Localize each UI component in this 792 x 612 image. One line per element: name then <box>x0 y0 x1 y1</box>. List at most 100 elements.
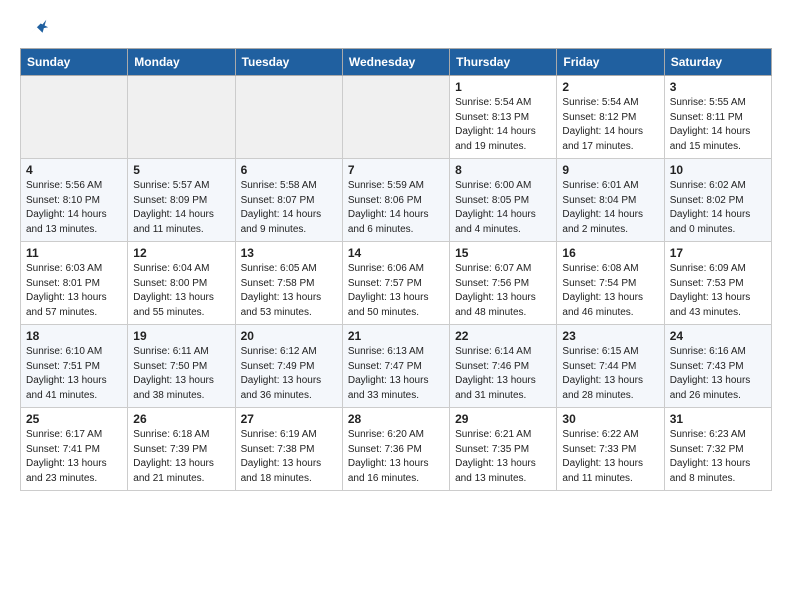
calendar-cell: 15 Sunrise: 6:07 AMSunset: 7:56 PMDayligh… <box>450 242 557 325</box>
day-number: 16 <box>562 246 658 260</box>
day-info: Sunrise: 5:55 AMSunset: 8:11 PMDaylight:… <box>670 96 766 154</box>
calendar-cell: 7Sunrise: 5:59 AMSunset: 8:06 PMDaylight… <box>342 159 449 242</box>
day-info: Sunrise: 6:10 AMSunset: 7:51 PMDaylight:… <box>26 345 122 403</box>
calendar-cell: 3 Sunrise: 5:55 AMSunset: 8:11 PMDaylight… <box>664 76 771 159</box>
day-info: Sunrise: 5:54 AMSunset: 8:12 PMDaylight:… <box>562 96 658 154</box>
calendar-cell: 12 Sunrise: 6:04 AMSunset: 8:00 PMDayligh… <box>128 242 235 325</box>
calendar-cell: 5 Sunrise: 5:57 AMSunset: 8:09 PMDaylight… <box>128 159 235 242</box>
day-number: 8 <box>455 163 551 177</box>
calendar-cell: 24 Sunrise: 6:16 AMSunset: 7:43 PMDayligh… <box>664 325 771 408</box>
calendar-cell: 23 Sunrise: 6:15 AMSunset: 7:44 PMDayligh… <box>557 325 664 408</box>
day-number: 19 <box>133 329 229 343</box>
day-number: 26 <box>133 412 229 426</box>
calendar-cell <box>342 76 449 159</box>
calendar-cell: 9 Sunrise: 6:01 AMSunset: 8:04 PMDaylight… <box>557 159 664 242</box>
day-number: 22 <box>455 329 551 343</box>
day-info: Sunrise: 6:18 AMSunset: 7:39 PMDaylight:… <box>133 428 229 486</box>
day-info: Sunrise: 6:22 AMSunset: 7:33 PMDaylight:… <box>562 428 658 486</box>
day-info: Sunrise: 6:01 AMSunset: 8:04 PMDaylight:… <box>562 179 658 237</box>
calendar-cell: 21 Sunrise: 6:13 AMSunset: 7:47 PMDayligh… <box>342 325 449 408</box>
calendar-cell: 13 Sunrise: 6:05 AMSunset: 7:58 PMDayligh… <box>235 242 342 325</box>
day-info: Sunrise: 6:05 AMSunset: 7:58 PMDaylight:… <box>241 262 337 320</box>
day-info: Sunrise: 5:57 AMSunset: 8:09 PMDaylight:… <box>133 179 229 237</box>
calendar-cell: 1 Sunrise: 5:54 AMSunset: 8:13 PMDaylight… <box>450 76 557 159</box>
day-info: Sunrise: 6:07 AMSunset: 7:56 PMDaylight:… <box>455 262 551 320</box>
calendar-cell: 11Sunrise: 6:03 AMSunset: 8:01 PMDayligh… <box>21 242 128 325</box>
day-number: 1 <box>455 80 551 94</box>
day-number: 9 <box>562 163 658 177</box>
day-number: 14 <box>348 246 444 260</box>
day-number: 15 <box>455 246 551 260</box>
calendar-week-row: 18 Sunrise: 6:10 AMSunset: 7:51 PMDayligh… <box>21 325 772 408</box>
day-number: 2 <box>562 80 658 94</box>
day-number: 12 <box>133 246 229 260</box>
header-friday: Friday <box>557 49 664 76</box>
calendar-week-row: 1 Sunrise: 5:54 AMSunset: 8:13 PMDaylight… <box>21 76 772 159</box>
day-number: 24 <box>670 329 766 343</box>
calendar-cell: 16 Sunrise: 6:08 AMSunset: 7:54 PMDayligh… <box>557 242 664 325</box>
calendar-cell: 8 Sunrise: 6:00 AMSunset: 8:05 PMDaylight… <box>450 159 557 242</box>
calendar-cell: 28Sunrise: 6:20 AMSunset: 7:36 PMDayligh… <box>342 408 449 491</box>
logo <box>20 20 50 40</box>
day-number: 30 <box>562 412 658 426</box>
calendar-week-row: 11Sunrise: 6:03 AMSunset: 8:01 PMDayligh… <box>21 242 772 325</box>
calendar-cell: 31 Sunrise: 6:23 AMSunset: 7:32 PMDayligh… <box>664 408 771 491</box>
day-number: 5 <box>133 163 229 177</box>
calendar-cell <box>128 76 235 159</box>
day-info: Sunrise: 6:16 AMSunset: 7:43 PMDaylight:… <box>670 345 766 403</box>
day-number: 28 <box>348 412 444 426</box>
header-saturday: Saturday <box>664 49 771 76</box>
calendar-cell: 6Sunrise: 5:58 AMSunset: 8:07 PMDaylight… <box>235 159 342 242</box>
calendar-cell: 17 Sunrise: 6:09 AMSunset: 7:53 PMDayligh… <box>664 242 771 325</box>
day-info: Sunrise: 6:04 AMSunset: 8:00 PMDaylight:… <box>133 262 229 320</box>
day-number: 20 <box>241 329 337 343</box>
day-number: 13 <box>241 246 337 260</box>
calendar-cell: 29 Sunrise: 6:21 AMSunset: 7:35 PMDayligh… <box>450 408 557 491</box>
day-info: Sunrise: 6:08 AMSunset: 7:54 PMDaylight:… <box>562 262 658 320</box>
day-number: 29 <box>455 412 551 426</box>
header-tuesday: Tuesday <box>235 49 342 76</box>
day-number: 10 <box>670 163 766 177</box>
calendar-cell: 19 Sunrise: 6:11 AMSunset: 7:50 PMDayligh… <box>128 325 235 408</box>
day-number: 31 <box>670 412 766 426</box>
day-info: Sunrise: 6:06 AMSunset: 7:57 PMDaylight:… <box>348 262 444 320</box>
header-sunday: Sunday <box>21 49 128 76</box>
day-number: 18 <box>26 329 122 343</box>
day-number: 17 <box>670 246 766 260</box>
day-info: Sunrise: 6:23 AMSunset: 7:32 PMDaylight:… <box>670 428 766 486</box>
calendar-header-row: SundayMondayTuesdayWednesdayThursdayFrid… <box>21 49 772 76</box>
day-info: Sunrise: 5:59 AMSunset: 8:06 PMDaylight:… <box>348 179 444 237</box>
day-info: Sunrise: 6:02 AMSunset: 8:02 PMDaylight:… <box>670 179 766 237</box>
calendar-cell: 27 Sunrise: 6:19 AMSunset: 7:38 PMDayligh… <box>235 408 342 491</box>
calendar-cell: 26 Sunrise: 6:18 AMSunset: 7:39 PMDayligh… <box>128 408 235 491</box>
calendar-cell: 20Sunrise: 6:12 AMSunset: 7:49 PMDayligh… <box>235 325 342 408</box>
day-info: Sunrise: 6:13 AMSunset: 7:47 PMDaylight:… <box>348 345 444 403</box>
calendar-cell: 25 Sunrise: 6:17 AMSunset: 7:41 PMDayligh… <box>21 408 128 491</box>
day-info: Sunrise: 6:19 AMSunset: 7:38 PMDaylight:… <box>241 428 337 486</box>
day-info: Sunrise: 5:54 AMSunset: 8:13 PMDaylight:… <box>455 96 551 154</box>
header-monday: Monday <box>128 49 235 76</box>
day-number: 3 <box>670 80 766 94</box>
calendar-cell: 22 Sunrise: 6:14 AMSunset: 7:46 PMDayligh… <box>450 325 557 408</box>
day-info: Sunrise: 6:14 AMSunset: 7:46 PMDaylight:… <box>455 345 551 403</box>
day-info: Sunrise: 6:15 AMSunset: 7:44 PMDaylight:… <box>562 345 658 403</box>
calendar-table: SundayMondayTuesdayWednesdayThursdayFrid… <box>20 48 772 491</box>
day-info: Sunrise: 6:21 AMSunset: 7:35 PMDaylight:… <box>455 428 551 486</box>
calendar-cell: 10 Sunrise: 6:02 AMSunset: 8:02 PMDayligh… <box>664 159 771 242</box>
day-info: Sunrise: 5:56 AMSunset: 8:10 PMDaylight:… <box>26 179 122 237</box>
page-header <box>20 16 772 40</box>
calendar-cell: 4Sunrise: 5:56 AMSunset: 8:10 PMDaylight… <box>21 159 128 242</box>
day-info: Sunrise: 6:09 AMSunset: 7:53 PMDaylight:… <box>670 262 766 320</box>
calendar-cell: 30 Sunrise: 6:22 AMSunset: 7:33 PMDayligh… <box>557 408 664 491</box>
day-number: 27 <box>241 412 337 426</box>
day-info: Sunrise: 6:03 AMSunset: 8:01 PMDaylight:… <box>26 262 122 320</box>
calendar-week-row: 25 Sunrise: 6:17 AMSunset: 7:41 PMDayligh… <box>21 408 772 491</box>
header-wednesday: Wednesday <box>342 49 449 76</box>
day-number: 25 <box>26 412 122 426</box>
day-info: Sunrise: 6:17 AMSunset: 7:41 PMDaylight:… <box>26 428 122 486</box>
day-info: Sunrise: 6:00 AMSunset: 8:05 PMDaylight:… <box>455 179 551 237</box>
day-info: Sunrise: 6:11 AMSunset: 7:50 PMDaylight:… <box>133 345 229 403</box>
day-number: 23 <box>562 329 658 343</box>
day-number: 21 <box>348 329 444 343</box>
calendar-cell <box>235 76 342 159</box>
